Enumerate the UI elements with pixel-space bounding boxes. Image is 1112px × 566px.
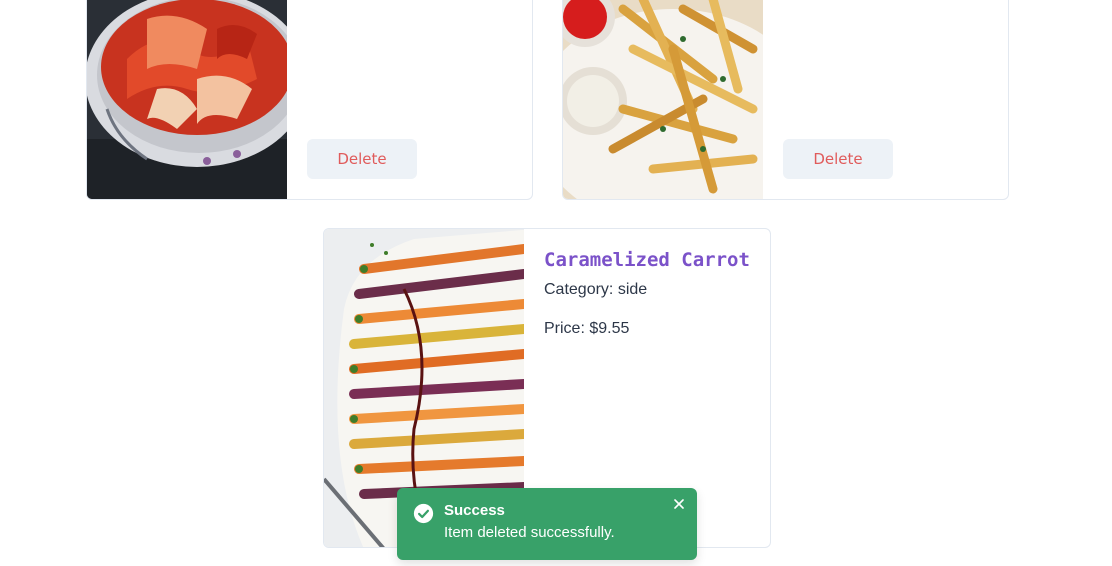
fries-image	[563, 0, 763, 199]
card-body: Delete	[763, 0, 1008, 199]
toast-title: Success	[444, 502, 505, 519]
kimchi-image	[87, 0, 287, 199]
item-category: Category: side	[544, 281, 648, 298]
card-body: Delete	[287, 0, 532, 199]
menu-item-card: Delete	[562, 0, 1009, 200]
close-icon[interactable]	[671, 496, 687, 512]
item-price: Price: $9.55	[544, 320, 630, 337]
success-toast: Success Item deleted successfully.	[397, 488, 697, 560]
item-title: Caramelized Carrot	[544, 249, 750, 271]
delete-button[interactable]: Delete	[783, 139, 893, 179]
menu-item-card: Delete	[86, 0, 533, 200]
toast-description: Item deleted successfully.	[444, 524, 615, 541]
delete-button[interactable]: Delete	[307, 139, 417, 179]
check-circle-icon	[413, 503, 434, 524]
menu-page: Delete Delete Caramelized Carrot Categor…	[0, 0, 1112, 566]
kimchi-photo-icon	[87, 0, 287, 199]
fries-photo-icon	[563, 0, 763, 199]
